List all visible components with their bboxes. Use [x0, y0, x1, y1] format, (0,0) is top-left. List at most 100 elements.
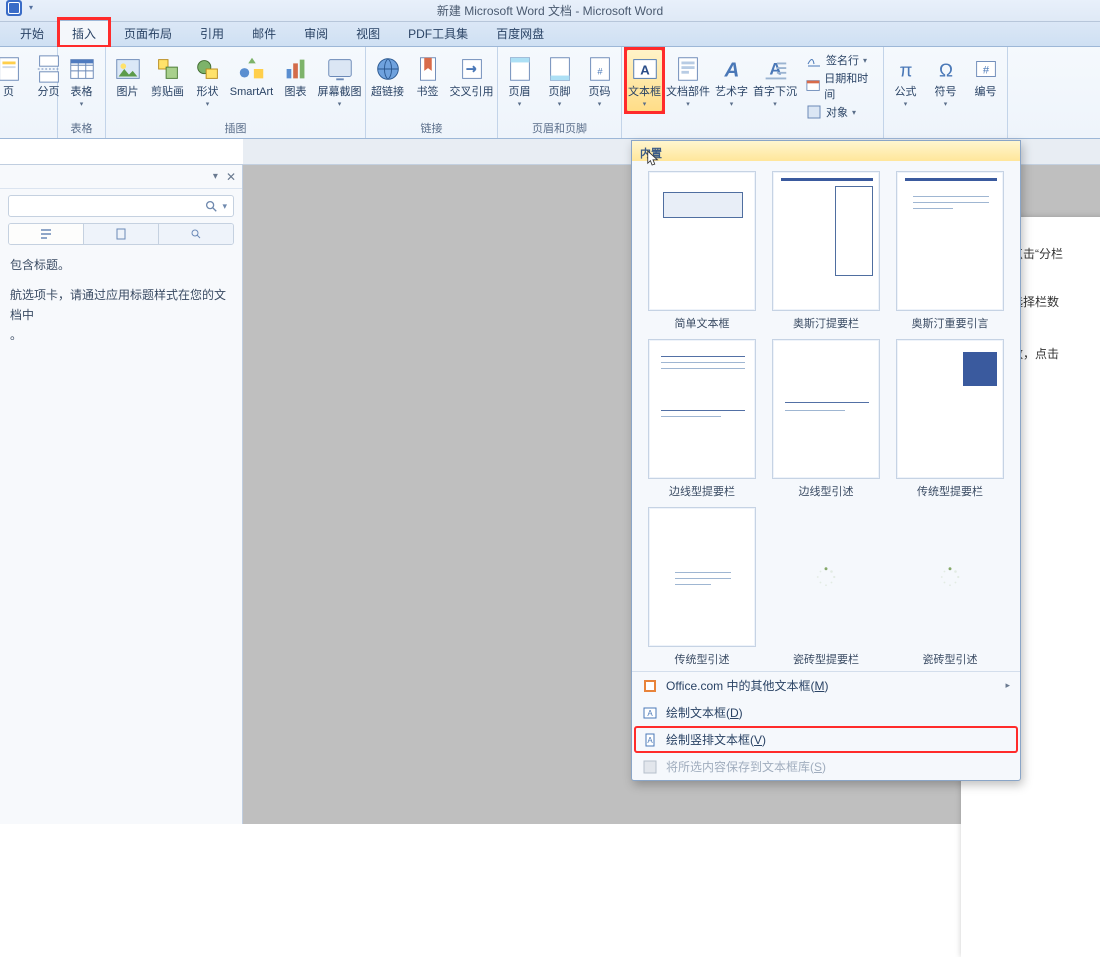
chevron-down-icon: ▾	[643, 100, 647, 108]
gallery-caption: 边线型提要栏	[669, 483, 735, 499]
bookmark-icon	[412, 53, 444, 85]
cmd-picture[interactable]: 图片	[109, 49, 147, 103]
cmd-label: 日期和时间	[824, 70, 873, 102]
group-label: 插图	[106, 120, 365, 136]
chevron-down-icon[interactable]: ▾	[222, 201, 227, 212]
gallery-draw-textbox[interactable]: A 绘制文本框(D)	[632, 699, 1020, 726]
gallery-row-label: 绘制文本框(D)	[666, 704, 743, 721]
gallery-item-traditional-quote[interactable]: 传统型引述	[644, 507, 760, 667]
chevron-down-icon: ▾	[206, 100, 210, 108]
cmd-label: 图表	[285, 86, 307, 99]
draw-textbox-icon: A	[642, 705, 658, 721]
gallery-item-traditional-sidebar[interactable]: 传统型提要栏	[892, 339, 1008, 499]
cmd-number[interactable]: # 编号	[967, 49, 1005, 103]
cmd-hyperlink[interactable]: 超链接	[369, 49, 407, 103]
loading-spinner-icon	[939, 566, 961, 588]
ribbon-tab-strip: 开始 插入 页面布局 引用 邮件 审阅 视图 PDF工具集 百度网盘	[0, 22, 1100, 47]
cmd-signature[interactable]: 签名行 ▾	[804, 51, 875, 69]
gallery-item-austin-quote[interactable]: 奥斯汀重要引言	[892, 171, 1008, 331]
chevron-down-icon: ▾	[518, 100, 522, 108]
tab-mailings[interactable]: 邮件	[238, 20, 290, 46]
page-number-icon: #	[584, 53, 616, 85]
navtab-results[interactable]	[159, 224, 233, 244]
navtab-pages[interactable]	[84, 224, 159, 244]
gallery-caption: 传统型提要栏	[917, 483, 983, 499]
navpane-dropdown-icon[interactable]: ▾	[213, 171, 218, 182]
chevron-down-icon: ▾	[598, 100, 602, 108]
gallery-item-sideline-quote[interactable]: 边线型引述	[768, 339, 884, 499]
cmd-chart[interactable]: 图表	[277, 49, 315, 103]
app-icon[interactable]	[6, 0, 22, 16]
navpane-search[interactable]: ▾	[8, 195, 234, 217]
navpane-text: 包含标题。	[10, 255, 232, 275]
gallery-caption: 瓷砖型引述	[923, 651, 978, 667]
ribbon: 页 分页 表格 ▾ 表格 图片 剪贴画	[0, 47, 1100, 139]
chevron-down-icon: ▾	[338, 100, 342, 108]
gallery-item-austin-sidebar[interactable]: 奥斯汀提要栏	[768, 171, 884, 331]
qat-dropdown-icon[interactable]: ▾	[26, 0, 36, 16]
cmd-shapes[interactable]: 形状 ▾	[189, 49, 227, 112]
cmd-page-number[interactable]: # 页码▾	[581, 49, 619, 112]
group-header-footer: 页眉▾ 页脚▾ # 页码▾ 页眉和页脚	[498, 47, 622, 138]
page-icon	[0, 53, 25, 85]
tab-start[interactable]: 开始	[6, 20, 58, 46]
chevron-down-icon: ▾	[558, 100, 562, 108]
cmd-clipart[interactable]: 剪贴画	[149, 49, 187, 103]
gallery-item-tiles-quote[interactable]: 瓷砖型引述	[892, 507, 1008, 667]
gallery-draw-vertical-textbox[interactable]: A 绘制竖排文本框(V)	[632, 726, 1020, 753]
cmd-cover-page[interactable]: 页	[0, 49, 28, 103]
cmd-label: 书签	[417, 86, 439, 99]
group-text: A 文本框▾ 文档部件▾ A 艺术字▾ A 首字下沉▾ 签名行 ▾ 日期和时间 …	[622, 47, 884, 138]
chevron-down-icon: ▾	[686, 100, 690, 108]
cmd-label: 表格	[71, 86, 93, 99]
svg-text:A: A	[640, 63, 650, 78]
hyperlink-icon	[372, 53, 404, 85]
tab-insert[interactable]: 插入	[58, 20, 110, 47]
group-tables: 表格 ▾ 表格	[58, 47, 106, 138]
cmd-wordart[interactable]: A 艺术字▾	[713, 49, 750, 112]
gallery-item-tiles-sidebar[interactable]: 瓷砖型提要栏	[768, 507, 884, 667]
tab-page-layout[interactable]: 页面布局	[110, 20, 186, 46]
gallery-caption: 瓷砖型提要栏	[793, 651, 859, 667]
cmd-label: 文档部件	[666, 86, 710, 99]
navpane-header: ▾ ✕	[0, 165, 242, 189]
cmd-equation[interactable]: π 公式▾	[887, 49, 925, 112]
cmd-object[interactable]: 对象 ▾	[804, 103, 875, 121]
cmd-footer[interactable]: 页脚▾	[541, 49, 579, 112]
cmd-table[interactable]: 表格 ▾	[61, 49, 103, 112]
gallery-row-label: Office.com 中的其他文本框(M)	[666, 677, 828, 694]
cmd-bookmark[interactable]: 书签	[409, 49, 447, 103]
picture-icon	[112, 53, 144, 85]
cmd-label: 剪贴画	[151, 86, 184, 99]
navigation-pane: ▾ ✕ ▾ 包含标题。 航选项卡，请通过应用标题样式在您的文档中。	[0, 164, 243, 824]
tab-baidu[interactable]: 百度网盘	[482, 20, 558, 46]
cmd-symbol[interactable]: Ω 符号▾	[927, 49, 965, 112]
loading-spinner-icon	[815, 566, 837, 588]
cmd-quickparts[interactable]: 文档部件▾	[665, 49, 711, 112]
gallery-item-sideline-sidebar[interactable]: 边线型提要栏	[644, 339, 760, 499]
window-title: 新建 Microsoft Word 文档 - Microsoft Word	[437, 0, 663, 22]
tab-view[interactable]: 视图	[342, 20, 394, 46]
cmd-screenshot[interactable]: 屏幕截图 ▾	[317, 49, 363, 112]
cmd-header[interactable]: 页眉▾	[501, 49, 539, 112]
navtab-headings[interactable]	[9, 224, 84, 244]
cmd-dropcap[interactable]: A 首字下沉▾	[752, 49, 798, 112]
tab-review[interactable]: 审阅	[290, 20, 342, 46]
datetime-icon	[806, 78, 820, 94]
cmd-crossref[interactable]: 交叉引用	[449, 49, 495, 103]
draw-vertical-textbox-icon: A	[642, 732, 658, 748]
title-bar: ▾ 新建 Microsoft Word 文档 - Microsoft Word	[0, 0, 1100, 22]
tab-references[interactable]: 引用	[186, 20, 238, 46]
number-icon: #	[970, 53, 1002, 85]
gallery-office-more[interactable]: Office.com 中的其他文本框(M) ▸	[632, 672, 1020, 699]
navpane-body: 包含标题。 航选项卡，请通过应用标题样式在您的文档中。	[0, 245, 242, 365]
gallery-row-label: 将所选内容保存到文本框库(S)	[666, 758, 826, 775]
svg-text:A: A	[647, 709, 653, 718]
cmd-label: 首字下沉	[753, 86, 797, 99]
gallery-item-simple[interactable]: 简单文本框	[644, 171, 760, 331]
cmd-datetime[interactable]: 日期和时间	[804, 69, 875, 103]
tab-pdf[interactable]: PDF工具集	[394, 20, 482, 46]
cmd-textbox[interactable]: A 文本框▾	[626, 49, 663, 112]
navpane-close-icon[interactable]: ✕	[226, 170, 236, 184]
cmd-smartart[interactable]: SmartArt	[229, 49, 275, 103]
